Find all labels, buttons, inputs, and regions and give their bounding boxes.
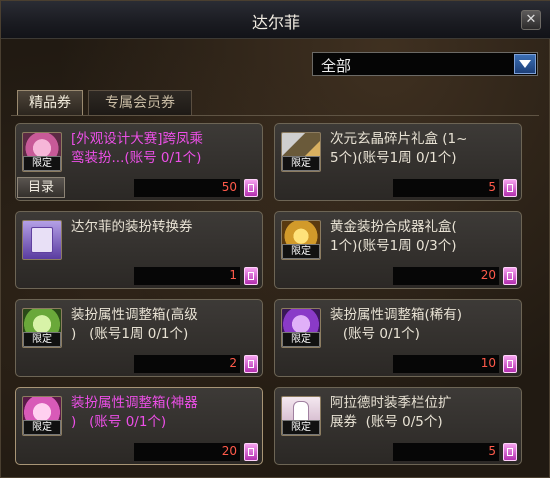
item-name: 装扮属性调整箱(高级 ) (账号1周 0/1个) <box>71 307 198 342</box>
price-box: 2 <box>134 355 240 373</box>
item-price: 1 <box>229 268 237 282</box>
limited-badge: 限定 <box>23 332 61 347</box>
price-box: 20 <box>393 267 499 285</box>
price-box: 20 <box>134 443 240 461</box>
price-box: 5 <box>393 179 499 197</box>
tab-member-coupons[interactable]: 专属会员券 <box>88 90 192 116</box>
category-dropdown[interactable]: 全部 <box>312 52 538 76</box>
purple-box-icon: 限定 <box>281 308 321 348</box>
item-price: 20 <box>480 268 496 282</box>
tab-premium-coupons[interactable]: 精品券 <box>17 90 83 116</box>
coupon-currency-icon <box>244 443 258 461</box>
price-box: 5 <box>393 443 499 461</box>
golden-box-icon: 限定 <box>281 220 321 260</box>
shop-item-card[interactable]: 限定 阿拉德时装季栏位扩 展券 (账号 0/5个) 5 <box>274 387 522 465</box>
price-box: 1 <box>134 267 240 285</box>
item-price: 5 <box>488 180 496 194</box>
coupon-currency-icon <box>244 267 258 285</box>
coupon-currency-icon <box>503 267 517 285</box>
coupon-currency-icon <box>244 355 258 373</box>
catalog-button[interactable]: 目录 <box>17 177 65 198</box>
coupon-currency-icon <box>244 179 258 197</box>
item-price: 20 <box>221 444 237 458</box>
pink-flower-box-icon: 限定 <box>22 132 62 172</box>
item-name: 阿拉德时装季栏位扩 展券 (账号 0/5个) <box>330 395 452 430</box>
coupon-currency-icon <box>503 443 517 461</box>
shop-item-card[interactable]: 限定 装扮属性调整箱(高级 ) (账号1周 0/1个) 2 <box>15 299 263 377</box>
limited-badge: 限定 <box>282 244 320 259</box>
limited-badge: 限定 <box>23 156 61 171</box>
item-name: 装扮属性调整箱(稀有) (账号 0/1个) <box>330 307 463 342</box>
title-bar[interactable]: 达尔菲 ✕ <box>1 1 550 39</box>
green-box-icon: 限定 <box>22 308 62 348</box>
shop-item-card[interactable]: 达尔菲的装扮转换券 1 <box>15 211 263 289</box>
item-price: 2 <box>229 356 237 370</box>
category-dropdown-value: 全部 <box>321 57 352 75</box>
shop-item-card[interactable]: 限定 次元玄晶碎片礼盒 (1~ 5个)(账号1周 0/1个) 5 <box>274 123 522 201</box>
white-dress-icon: 限定 <box>281 396 321 436</box>
limited-badge: 限定 <box>282 332 320 347</box>
item-name: 达尔菲的装扮转换券 <box>71 219 193 235</box>
item-name: 黄金装扮合成器礼盒( 1个)(账号1周 0/3个) <box>330 219 457 254</box>
coupon-currency-icon <box>503 179 517 197</box>
window-title: 达尔菲 <box>251 13 300 32</box>
item-price: 50 <box>221 180 237 194</box>
limited-badge: 限定 <box>282 420 320 435</box>
shop-window: 达尔菲 ✕ 全部 精品券 专属会员券 限定 [外观设计大赛]跨凤乘 鸾装扮...… <box>0 0 550 478</box>
price-box: 50 <box>134 179 240 197</box>
pink-box-icon: 限定 <box>22 396 62 436</box>
tab-divider <box>11 115 539 116</box>
price-box: 10 <box>393 355 499 373</box>
dropdown-arrow-button[interactable] <box>514 54 536 74</box>
close-button[interactable]: ✕ <box>521 10 541 30</box>
item-price: 5 <box>488 444 496 458</box>
purple-ticket-icon <box>22 220 62 260</box>
shop-item-card[interactable]: 限定 装扮属性调整箱(神器 ) (账号 0/1个) 20 <box>15 387 263 465</box>
coupon-currency-icon <box>503 355 517 373</box>
limited-badge: 限定 <box>282 156 320 171</box>
item-name: [外观设计大赛]跨凤乘 鸾装扮...(账号 0/1个) <box>71 131 204 166</box>
item-price: 10 <box>480 356 496 370</box>
item-name: 次元玄晶碎片礼盒 (1~ 5个)(账号1周 0/1个) <box>330 131 468 166</box>
crystal-box-icon: 限定 <box>281 132 321 172</box>
item-name: 装扮属性调整箱(神器 ) (账号 0/1个) <box>71 395 198 430</box>
chevron-down-icon <box>519 60 531 68</box>
shop-item-card[interactable]: 限定 装扮属性调整箱(稀有) (账号 0/1个) 10 <box>274 299 522 377</box>
limited-badge: 限定 <box>23 420 61 435</box>
shop-item-card[interactable]: 限定 黄金装扮合成器礼盒( 1个)(账号1周 0/3个) 20 <box>274 211 522 289</box>
